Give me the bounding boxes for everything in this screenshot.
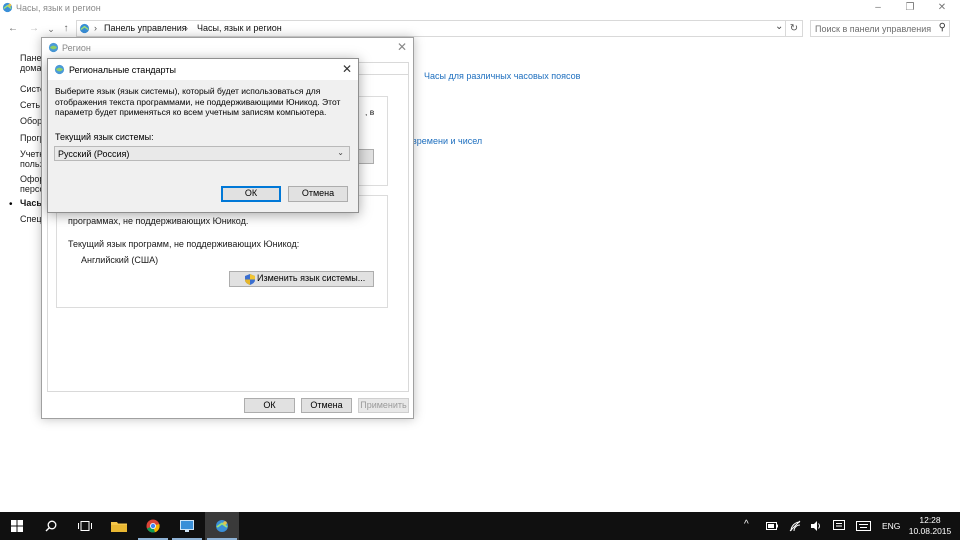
up-arrow-icon[interactable]: ↑	[59, 22, 73, 36]
group-text-fragment: , в	[365, 107, 375, 117]
change-system-locale-button[interactable]: Изменить язык системы...	[229, 271, 374, 287]
regional-standards-close-icon[interactable]: ✕	[342, 62, 352, 76]
non-unicode-current-value: Английский (США)	[81, 255, 159, 265]
control-panel-icon	[216, 520, 228, 532]
remote-desktop-icon	[180, 520, 194, 532]
breadcrumb-control-panel[interactable]: Панель управления	[104, 23, 187, 33]
forward-arrow-icon[interactable]: →	[27, 22, 41, 36]
globe-icon	[48, 42, 59, 53]
region-cancel-button[interactable]: Отмена	[301, 398, 352, 413]
control-panel-icon	[79, 23, 90, 34]
non-unicode-current-label: Текущий язык программ, не поддерживающих…	[68, 239, 300, 249]
region-close-icon[interactable]: ✕	[397, 40, 407, 54]
address-bar[interactable]: › Панель управления › Часы, язык и регио…	[76, 20, 786, 37]
taskbar-file-explorer[interactable]	[102, 512, 136, 540]
link-timezones[interactable]: Часы для различных часовых поясов	[424, 71, 580, 81]
show-hidden-icons-chevron[interactable]: ^	[744, 519, 749, 530]
regional-standards-cancel-button[interactable]: Отмена	[288, 186, 348, 202]
close-window-button[interactable]: ✕	[926, 0, 958, 16]
taskbar: ^ ENG 12:28 10.08.2015	[0, 512, 960, 540]
chevron-down-icon: ⌄	[337, 148, 344, 157]
task-view-icon	[78, 521, 92, 531]
refresh-button[interactable]: ↻	[786, 20, 803, 37]
input-language-indicator[interactable]: ENG	[882, 521, 900, 531]
region-dialog-title: Регион	[62, 43, 91, 53]
clock-date: 10.08.2015	[908, 526, 952, 536]
breadcrumb-clock-language-region[interactable]: Часы, язык и регион	[197, 23, 282, 33]
breadcrumb-separator: ›	[185, 23, 188, 33]
recent-locations-icon[interactable]: ⌄	[44, 22, 58, 36]
file-explorer-icon	[111, 522, 127, 532]
breadcrumb-separator: ›	[94, 23, 97, 33]
search-icon	[45, 520, 57, 532]
volume-icon[interactable]	[810, 520, 822, 532]
current-item-bullet: •	[9, 199, 13, 210]
region-apply-button[interactable]: Применить	[358, 398, 409, 413]
clock-time: 12:28	[919, 515, 941, 525]
start-button[interactable]	[0, 512, 34, 540]
regional-standards-title: Региональные стандарты	[69, 65, 176, 75]
search-icon[interactable]: ⚲	[939, 22, 946, 33]
system-locale-select[interactable]: Русский (Россия) ⌄	[54, 146, 350, 161]
uac-shield-icon	[245, 274, 255, 285]
keyboard-icon[interactable]	[856, 521, 871, 531]
windows-logo-icon	[11, 520, 23, 532]
maximize-button[interactable]: ❐	[894, 0, 926, 16]
window-title: Часы, язык и регион	[16, 3, 101, 13]
window-titlebar: Часы, язык и регион – ❐ ✕	[0, 0, 960, 16]
address-dropdown-icon[interactable]: ⌄	[775, 21, 783, 32]
action-center-icon[interactable]	[833, 520, 845, 532]
link-date-time-formats[interactable]: времени и чисел	[412, 136, 482, 146]
left-item-hardware[interactable]: Обор	[20, 116, 42, 126]
battery-icon[interactable]	[766, 522, 778, 530]
taskbar-search-button[interactable]	[34, 512, 68, 540]
search-box[interactable]: ⚲	[810, 20, 950, 37]
region-ok-button[interactable]: ОК	[244, 398, 295, 413]
left-item-home-line2[interactable]: дома	[20, 63, 41, 73]
back-arrow-icon[interactable]: ←	[6, 22, 20, 36]
system-locale-value: Русский (Россия)	[58, 149, 130, 159]
taskbar-clock[interactable]: 12:28 10.08.2015	[906, 515, 954, 537]
regional-standards-dialog: Региональные стандарты ✕ Выберите язык (…	[47, 58, 359, 213]
change-system-locale-label: Изменить язык системы...	[257, 273, 366, 283]
taskbar-chrome[interactable]	[136, 512, 170, 540]
task-view-button[interactable]	[68, 512, 102, 540]
taskbar-control-panel[interactable]	[205, 512, 239, 540]
search-input[interactable]	[815, 22, 933, 35]
desktop-screen: Часы, язык и регион – ❐ ✕ ← → ⌄ ↑ › Пане…	[0, 0, 960, 540]
current-system-locale-label: Текущий язык системы:	[55, 132, 154, 142]
control-panel-icon	[2, 2, 13, 13]
minimize-button[interactable]: –	[862, 0, 894, 16]
globe-icon	[54, 64, 65, 75]
wifi-icon[interactable]	[789, 520, 801, 532]
system-locale-description: Выберите язык (язык системы), который бу…	[55, 86, 341, 117]
regional-standards-ok-button[interactable]: ОК	[221, 186, 281, 202]
chrome-icon	[146, 519, 160, 533]
taskbar-remote-desktop[interactable]	[170, 512, 204, 540]
non-unicode-desc: программах, не поддерживающих Юникод.	[68, 216, 249, 226]
